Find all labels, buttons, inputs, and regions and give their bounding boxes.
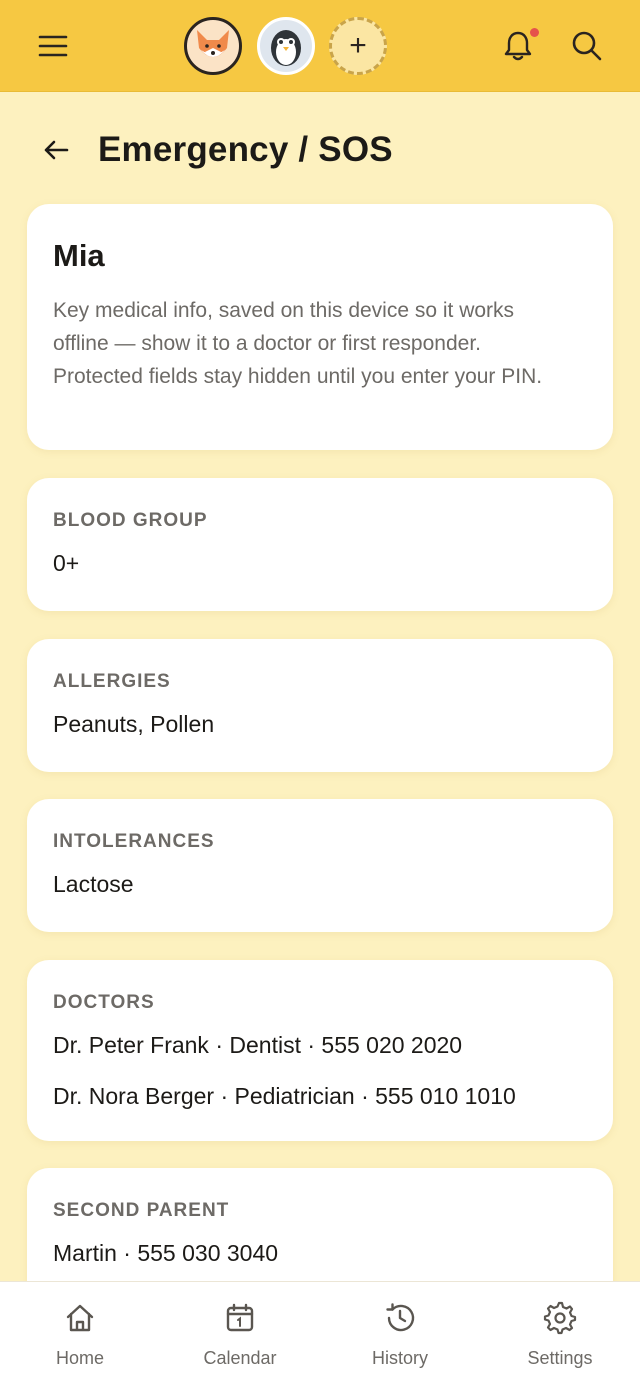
nav-item-settings[interactable]: Settings — [480, 1282, 640, 1385]
penguin-icon — [271, 30, 301, 66]
info-description: Key medical info, saved on this device s… — [53, 299, 543, 388]
back-button[interactable] — [36, 130, 76, 170]
child-name: Mia — [53, 238, 105, 273]
child-info-card: Mia Key medical info, saved on this devi… — [27, 204, 613, 450]
nav-item-calendar[interactable]: Calendar — [160, 1282, 320, 1385]
doctor-entry[interactable]: Dr. Nora Berger · Pediatrician · 555 010… — [53, 1081, 587, 1111]
home-icon — [62, 1300, 98, 1336]
nav-label-history: History — [371, 1348, 428, 1368]
menu-icon — [38, 35, 68, 57]
gear-icon — [542, 1300, 578, 1336]
doctors-label: DOCTORS — [53, 992, 155, 1013]
add-profile-button[interactable]: + — [329, 17, 387, 75]
nav-item-home[interactable]: Home — [0, 1282, 160, 1385]
intolerances-label: INTOLERANCES — [53, 831, 215, 852]
plus-icon: + — [349, 29, 367, 62]
nav-label-home: Home — [55, 1348, 104, 1368]
doctors-card: DOCTORS Dr. Peter Frank · Dentist · 555 … — [27, 960, 613, 1141]
profile-avatar-fox[interactable] — [184, 17, 242, 75]
notification-dot — [530, 28, 539, 37]
doctor-entry[interactable]: Dr. Peter Frank · Dentist · 555 020 2020 — [53, 1030, 587, 1060]
page-header: Emergency / SOS — [36, 122, 596, 178]
blood-group-value: 0+ — [53, 550, 80, 576]
calendar-icon — [222, 1300, 258, 1336]
second-parent-value[interactable]: Martin · 555 030 3040 — [53, 1238, 587, 1268]
nav-label-settings: Settings — [527, 1348, 593, 1368]
allergies-card[interactable]: ALLERGIES Peanuts, Pollen — [27, 639, 613, 772]
profile-avatar-penguin[interactable] — [257, 17, 315, 75]
allergies-value: Peanuts, Pollen — [53, 711, 215, 737]
menu-button[interactable] — [31, 24, 75, 68]
intolerances-card[interactable]: INTOLERANCES Lactose — [27, 799, 613, 932]
blood-group-label: BLOOD GROUP — [53, 510, 208, 531]
nav-label-calendar: Calendar — [203, 1348, 277, 1368]
bell-icon — [504, 31, 532, 61]
page-title: Emergency / SOS — [98, 130, 393, 169]
intolerances-value: Lactose — [53, 871, 134, 897]
second-parent-label: SECOND PARENT — [53, 1200, 230, 1221]
allergies-label: ALLERGIES — [53, 671, 171, 692]
history-icon — [382, 1300, 418, 1336]
nav-item-history[interactable]: History — [320, 1282, 480, 1385]
blood-group-card[interactable]: BLOOD GROUP 0+ — [27, 478, 613, 611]
search-button[interactable] — [565, 24, 609, 68]
arrow-left-icon — [44, 140, 69, 160]
search-icon — [572, 31, 602, 61]
bottom-navigation: Home Calendar History Settings — [0, 1281, 640, 1385]
fox-icon — [197, 30, 229, 57]
top-app-bar: + — [0, 0, 640, 92]
